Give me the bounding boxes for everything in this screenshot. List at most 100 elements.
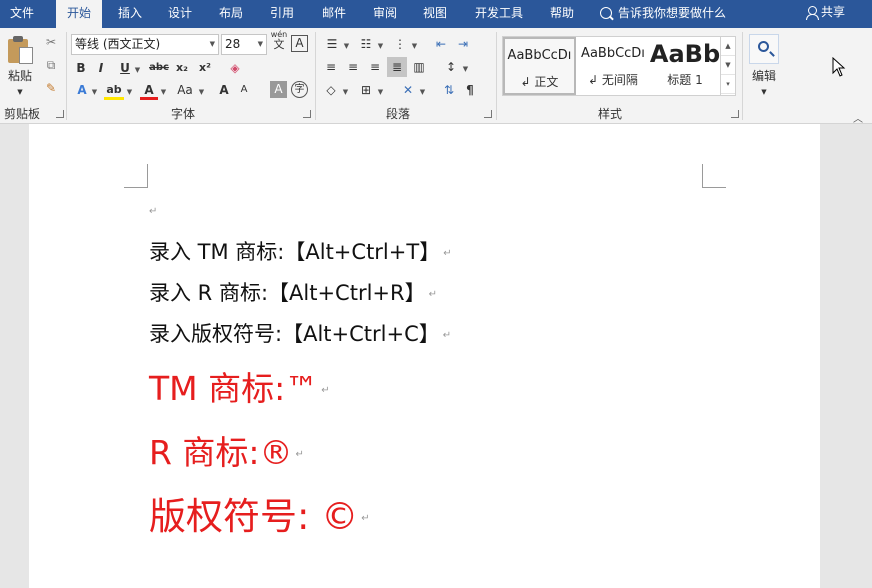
enclose-char-button[interactable]: 字 — [291, 81, 308, 98]
highlight-button[interactable]: ab — [104, 80, 124, 100]
font-size-value: 28 — [225, 37, 241, 51]
copy-icon[interactable]: ⧉ — [41, 55, 61, 75]
style-sample: AaBbCcDı — [507, 48, 572, 63]
justify-icon[interactable]: ≣ — [387, 57, 407, 77]
shading-icon[interactable]: ◇ — [321, 80, 341, 100]
font-launcher-icon[interactable] — [303, 110, 311, 118]
paragraph-mark: ↵ — [321, 385, 330, 396]
tab-file[interactable]: 文件 — [0, 0, 44, 28]
numbering-icon[interactable]: ☷ — [356, 34, 376, 54]
menu-bar: 文件 开始 插入 设计 布局 引用 邮件 审阅 视图 开发工具 帮助 告诉我你想… — [0, 0, 872, 28]
shading-dropdown-arrow[interactable]: ▼ — [341, 80, 349, 100]
doc-line-1[interactable]: 录入 TM 商标:【Alt+Ctrl+T】 ↵ — [149, 236, 452, 266]
change-case-button[interactable]: Aa — [173, 80, 197, 100]
document-area: ↵ 录入 TM 商标:【Alt+Ctrl+T】 ↵ 录入 R 商标:【Alt+Ct… — [0, 124, 872, 588]
doc-line-6[interactable]: 版权符号: © ↵ — [149, 486, 370, 540]
style-heading-1[interactable]: AaBb 标题 1 — [649, 37, 721, 95]
numbering-dropdown-arrow[interactable]: ▼ — [376, 34, 384, 54]
decrease-indent-icon[interactable]: ⇤ — [431, 34, 451, 54]
doc-line-3[interactable]: 录入版权符号:【Alt+Ctrl+C】 ↵ — [149, 318, 451, 348]
tell-me-box[interactable]: 告诉我你想要做什么 — [600, 0, 726, 28]
strikethrough-button[interactable]: abc — [149, 58, 169, 78]
distributed-icon[interactable]: ▥ — [409, 57, 429, 77]
document-page[interactable]: ↵ 录入 TM 商标:【Alt+Ctrl+T】 ↵ 录入 R 商标:【Alt+Ct… — [29, 124, 820, 588]
underline-button[interactable]: U — [118, 58, 132, 78]
paste-dropdown-arrow[interactable]: ▼ — [14, 82, 26, 102]
chinese-layout-icon[interactable]: ✕ — [398, 80, 418, 100]
margin-corner-top-left — [124, 164, 148, 188]
separator — [66, 32, 67, 120]
multilevel-list-icon[interactable]: ⋮ — [390, 34, 410, 54]
tab-developer[interactable]: 开发工具 — [468, 0, 530, 28]
show-marks-icon[interactable]: ¶ — [461, 80, 479, 100]
clipboard-launcher-icon[interactable] — [56, 110, 64, 118]
style-normal[interactable]: AaBbCcDı ↲ 正文 — [503, 37, 576, 95]
editing-button[interactable] — [749, 34, 779, 64]
tab-design[interactable]: 设计 — [158, 0, 202, 28]
borders-icon[interactable]: ⊞ — [356, 80, 376, 100]
group-label-clipboard: 剪贴板 — [3, 107, 40, 121]
tab-review[interactable]: 审阅 — [363, 0, 407, 28]
char-border-button[interactable]: A — [291, 35, 308, 52]
chevron-down-icon: ▼ — [257, 40, 263, 48]
collapse-ribbon-icon[interactable]: ︿ — [853, 110, 863, 125]
font-color-button[interactable]: A — [140, 80, 158, 100]
line-spacing-dropdown-arrow[interactable]: ▼ — [461, 57, 469, 77]
subscript-button[interactable]: x₂ — [172, 58, 192, 78]
underline-dropdown-arrow[interactable]: ▼ — [133, 58, 141, 78]
text-effects-dropdown-arrow[interactable]: ▼ — [90, 80, 98, 100]
editing-dropdown-arrow[interactable]: ▼ — [759, 82, 769, 102]
font-color-dropdown-arrow[interactable]: ▼ — [159, 80, 167, 100]
font-size-combo[interactable]: 28 ▼ — [221, 34, 267, 55]
doc-line-2[interactable]: 录入 R 商标:【Alt+Ctrl+R】 ↵ — [149, 277, 437, 307]
phonetic-guide-button[interactable]: wén 文 — [270, 30, 288, 52]
style-no-spacing[interactable]: AaBbCcDı ↲ 无间隔 — [577, 37, 649, 95]
tab-view[interactable]: 视图 — [413, 0, 457, 28]
tab-layout[interactable]: 布局 — [208, 0, 254, 28]
styles-scroll-down-icon[interactable]: ▼ — [721, 56, 735, 75]
chinese-layout-dropdown-arrow[interactable]: ▼ — [418, 80, 426, 100]
change-case-dropdown-arrow[interactable]: ▼ — [197, 80, 205, 100]
grow-font-button[interactable]: A — [216, 80, 232, 100]
cut-icon[interactable]: ✂ — [41, 32, 61, 52]
doc-line-text: 录入版权符号:【Alt+Ctrl+C】 — [149, 322, 440, 346]
increase-indent-icon[interactable]: ⇥ — [453, 34, 473, 54]
superscript-button[interactable]: x² — [195, 58, 215, 78]
tab-home[interactable]: 开始 — [56, 0, 102, 28]
sort-icon[interactable]: ⇅ — [439, 80, 459, 100]
doc-line-text: R 商标:® — [149, 433, 293, 472]
bold-button[interactable]: B — [73, 58, 89, 78]
style-name: ↲ 正文 — [520, 75, 559, 89]
tab-references[interactable]: 引用 — [260, 0, 304, 28]
format-painter-icon[interactable]: ✎ — [41, 78, 61, 98]
bullets-dropdown-arrow[interactable]: ▼ — [342, 34, 350, 54]
tab-help[interactable]: 帮助 — [540, 0, 584, 28]
line-spacing-icon[interactable]: ↕ — [441, 57, 461, 77]
clear-formatting-icon[interactable]: ◈ — [226, 58, 244, 78]
styles-scroll-up-icon[interactable]: ▲ — [721, 37, 735, 56]
multilevel-dropdown-arrow[interactable]: ▼ — [410, 34, 418, 54]
doc-line-5[interactable]: R 商标:® ↵ — [149, 426, 304, 474]
borders-dropdown-arrow[interactable]: ▼ — [376, 80, 384, 100]
font-name-combo[interactable]: 等线 (西文正文) ▼ — [71, 34, 219, 55]
styles-more-icon[interactable]: ▾ — [721, 75, 735, 94]
char-shading-button[interactable]: A — [270, 81, 287, 98]
tab-insert[interactable]: 插入 — [108, 0, 152, 28]
align-center-icon[interactable]: ≡ — [343, 57, 363, 77]
paste-icon[interactable] — [8, 36, 34, 64]
align-right-icon[interactable]: ≡ — [365, 57, 385, 77]
highlight-dropdown-arrow[interactable]: ▼ — [125, 80, 133, 100]
ribbon-home: 粘贴 ▼ ✂ ⧉ ✎ 剪贴板 等线 (西文正文) ▼ 28 ▼ wén 文 A B… — [0, 28, 872, 125]
shrink-font-button[interactable]: A — [236, 80, 252, 100]
doc-line-4[interactable]: TM 商标:™ ↵ — [149, 362, 330, 410]
share-button[interactable]: 共享 — [806, 0, 845, 28]
bullets-icon[interactable]: ☰ — [322, 34, 342, 54]
text-effects-button[interactable]: A — [74, 80, 90, 100]
styles-launcher-icon[interactable] — [731, 110, 739, 118]
align-left-icon[interactable]: ≡ — [321, 57, 341, 77]
tab-mailings[interactable]: 邮件 — [312, 0, 356, 28]
styles-scroll: ▲ ▼ ▾ — [720, 37, 735, 95]
italic-button[interactable]: I — [94, 58, 108, 78]
paragraph-launcher-icon[interactable] — [484, 110, 492, 118]
paragraph-mark: ↵ — [442, 329, 452, 341]
